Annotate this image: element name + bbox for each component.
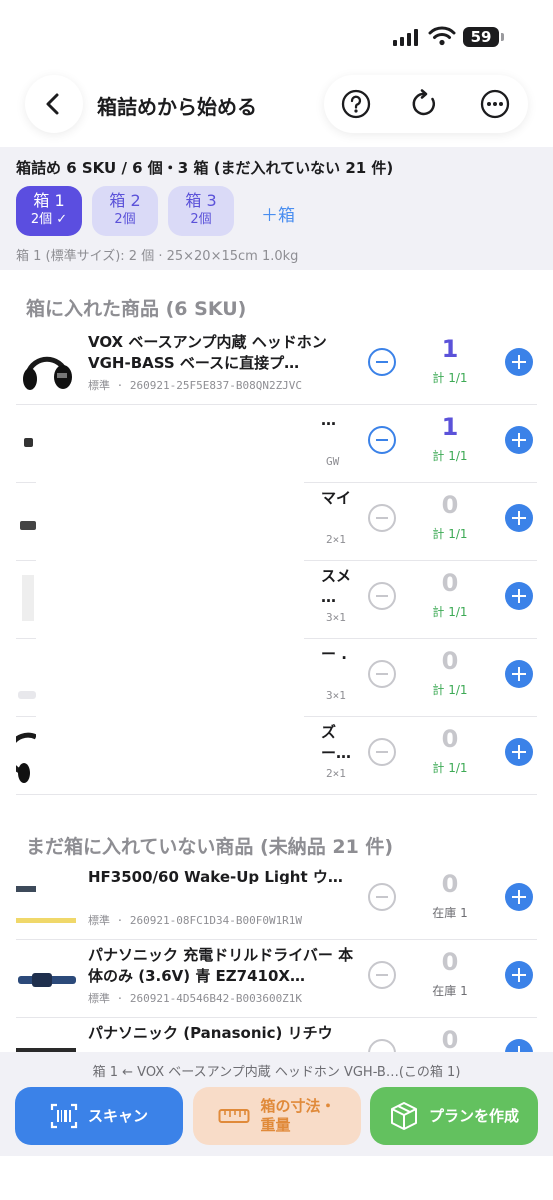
barcode-icon [50, 1103, 78, 1129]
redacted-area [36, 410, 304, 788]
box-chip-count: 2個 [114, 212, 136, 227]
back-icon [46, 93, 59, 115]
decrement-button[interactable] [368, 348, 396, 376]
more-icon[interactable] [480, 89, 510, 119]
increment-button[interactable] [505, 660, 533, 688]
redacted-area [36, 884, 354, 912]
box-dimensions-label-line2: 重量 [260, 1116, 291, 1134]
increment-button[interactable] [505, 738, 533, 766]
increment-button[interactable] [505, 582, 533, 610]
quantity-value: 0 [441, 725, 459, 753]
quantity-value: 0 [441, 1026, 459, 1054]
unpacked-item-row: パナソニック 充電ドリルドライバー 本体のみ (3.6V) 青 EZ7410X…… [16, 940, 537, 1018]
decrement-button[interactable] [368, 504, 396, 532]
product-meta: 3×1 [326, 611, 346, 624]
add-box-button[interactable]: ＋箱 [261, 201, 295, 226]
help-icon[interactable] [341, 89, 371, 119]
decrement-button[interactable] [368, 961, 396, 989]
quantity-value: 0 [441, 491, 459, 519]
increment-button[interactable] [505, 961, 533, 989]
product-name: ー . [321, 645, 347, 663]
product-name: パナソニック 充電ドリルドライバー 本体のみ (3.6V) 青 EZ7410X… [88, 946, 354, 985]
quantity-value: 0 [441, 870, 459, 898]
decrement-button[interactable] [368, 660, 396, 688]
product-meta: 標準 · 260921-25F5E837-B08QN2ZJVC [88, 379, 303, 392]
bottom-action-bar: 箱 1 ← VOX ベースアンプ内蔵 ヘッドホン VGH-B…(この箱 1) ス… [0, 1052, 553, 1156]
box-chip-3[interactable]: 箱 3 2個 [168, 186, 234, 236]
navigation-bar: 箱詰めから始める [0, 75, 553, 137]
unpacked-section-header: まだ箱に入れていない商品 (未納品 21 件) [26, 836, 394, 858]
packed-section-header: 箱に入れた商品 (6 SKU) [26, 298, 247, 320]
decrement-button[interactable] [368, 582, 396, 610]
status-bar: 59 [0, 0, 553, 70]
quantity-total: 計 1/1 [432, 449, 468, 463]
home-indicator-area [0, 1156, 553, 1200]
cellular-signal-icon [393, 28, 418, 46]
product-meta: 標準 · 260921-4D546B42-B003600Z1K [88, 992, 303, 1005]
product-meta: GW [326, 455, 340, 468]
box-chip-2[interactable]: 箱 2 2個 [92, 186, 158, 236]
increment-button[interactable] [505, 426, 533, 454]
box-chip-name: 箱 3 [185, 191, 217, 210]
quantity-value: 1 [441, 413, 459, 441]
quantity-total: 計 1/1 [432, 527, 468, 541]
ruler-icon [218, 1109, 250, 1123]
summary-title: 箱詰め 6 SKU / 6 個・3 箱 (まだ入れていない 21 件) [16, 159, 394, 177]
box-dimensions-button[interactable]: 箱の寸法・ 重量 [193, 1087, 361, 1145]
drill-image [18, 973, 76, 987]
stock-count: 在庫 1 [432, 984, 468, 998]
stock-count: 在庫 1 [432, 906, 468, 920]
box-chip-name: 箱 2 [109, 191, 141, 210]
product-name: … [321, 411, 336, 429]
create-plan-button[interactable]: プランを作成 [370, 1087, 538, 1145]
box-detail: 箱 1 (標準サイズ): 2 個 · 25×20×15cm 1.0kg [16, 249, 299, 264]
product-name: マイ [321, 489, 352, 507]
quantity-value: 0 [441, 569, 459, 597]
packing-summary: 箱詰め 6 SKU / 6 個・3 箱 (まだ入れていない 21 件) 箱 1 … [0, 147, 553, 270]
page-title: 箱詰めから始める [97, 95, 257, 119]
product-meta: 2×1 [326, 767, 346, 780]
nav-actions-group [324, 75, 528, 133]
box-dimensions-label-line1: 箱の寸法・ [260, 1097, 336, 1115]
refresh-icon[interactable] [410, 89, 440, 119]
increment-button[interactable] [505, 348, 533, 376]
package-icon [390, 1102, 417, 1130]
product-name: スメ … [321, 567, 352, 606]
product-meta: 3×1 [326, 689, 346, 702]
product-meta: 2×1 [326, 533, 346, 546]
create-plan-label: プランを作成 [428, 1106, 519, 1125]
quantity-total: 計 1/1 [432, 371, 468, 385]
box-chip-count: 2個 [190, 212, 212, 227]
product-name: ズ ー… [321, 723, 352, 762]
headphones-image [23, 356, 72, 390]
scan-label: スキャン [87, 1106, 148, 1125]
box-chip-1[interactable]: 箱 1 2個 ✓ [16, 186, 82, 236]
back-button[interactable] [25, 75, 83, 133]
quantity-value: 0 [441, 647, 459, 675]
increment-button[interactable] [505, 504, 533, 532]
product-thumbnail [16, 946, 78, 1008]
battery-tip [501, 33, 504, 41]
quantity-value: 0 [441, 948, 459, 976]
decrement-button[interactable] [368, 426, 396, 454]
product-meta: 標準 · 260921-08FC1D34-B00F0W1R1W [88, 914, 303, 927]
wifi-icon [428, 26, 456, 46]
battery-indicator: 59 [463, 27, 499, 47]
box-dimensions-label: 箱の寸法・ 重量 [260, 1097, 335, 1135]
quantity-value: 1 [441, 335, 459, 363]
last-action-status: 箱 1 ← VOX ベースアンプ内蔵 ヘッドホン VGH-B…(この箱 1) [92, 1065, 461, 1080]
box-chip-count: 2個 ✓ [30, 212, 68, 227]
box-chip-name: 箱 1 [33, 191, 65, 210]
increment-button[interactable] [505, 883, 533, 911]
decrement-button[interactable] [368, 738, 396, 766]
product-name: VOX ベースアンプ内蔵 ヘッドホン VGH-BASS ベースに直接プ… [88, 333, 327, 372]
scan-button[interactable]: スキャン [15, 1087, 183, 1145]
product-thumbnail [16, 333, 78, 395]
packed-item-row: VOX ベースアンプ内蔵 ヘッドホン VGH-BASS ベースに直接プ… 標準 … [16, 327, 537, 405]
quantity-total: 計 1/1 [432, 683, 468, 697]
quantity-total: 計 1/1 [432, 605, 468, 619]
quantity-total: 計 1/1 [432, 761, 468, 775]
decrement-button[interactable] [368, 883, 396, 911]
